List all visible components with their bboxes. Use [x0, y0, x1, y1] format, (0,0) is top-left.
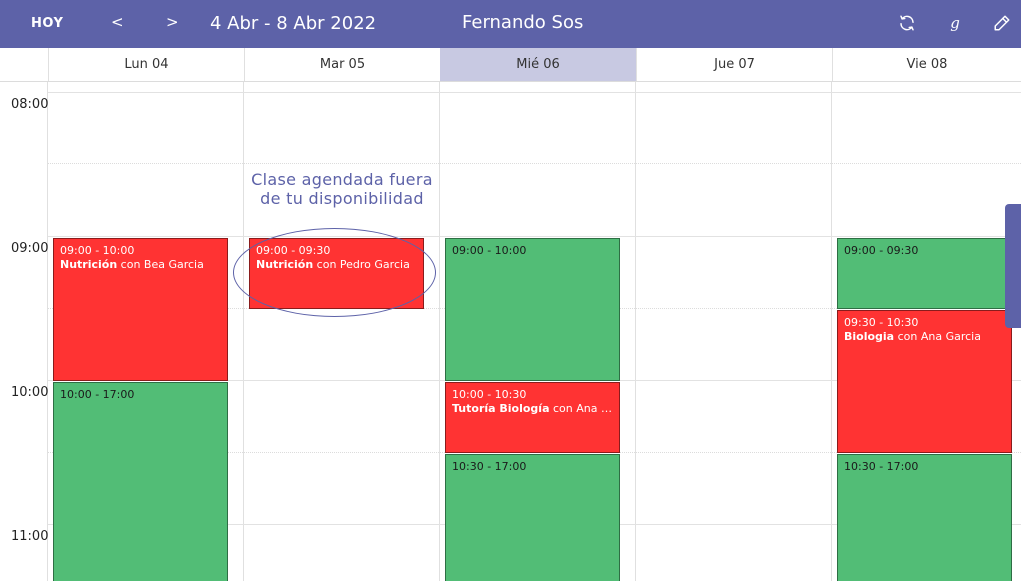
event-time: 09:00 - 09:30 — [844, 244, 919, 257]
event-mar-nutricion[interactable]: 09:00 - 09:30 Nutrición con Pedro Garcia — [249, 238, 424, 309]
note-line-2: de tu disponibilidad — [260, 189, 424, 208]
event-title: Nutrición con Pedro Garcia — [256, 258, 410, 271]
hour-line — [48, 92, 1021, 93]
event-mie-available-2[interactable]: 10:30 - 17:00 — [445, 454, 620, 581]
day-header-fri[interactable]: Vie 08 — [832, 48, 1021, 81]
event-time: 09:00 - 10:00 — [452, 244, 527, 257]
time-label-0800: 08:00 — [11, 97, 49, 112]
time-label-0900: 09:00 — [11, 241, 49, 256]
next-week-button[interactable]: > — [166, 13, 179, 31]
column-divider — [47, 82, 48, 581]
half-hour-line — [48, 163, 1021, 164]
event-time: 09:00 - 10:00 — [60, 244, 135, 257]
out-of-availability-note: Clase agendada fuera de tu disponibilida… — [250, 170, 434, 208]
calendar-toolbar: HOY < > 4 Abr - 8 Abr 2022 Fernando Sos … — [0, 0, 1021, 48]
today-button[interactable]: HOY — [31, 16, 63, 31]
refresh-icon[interactable] — [897, 13, 917, 33]
column-divider — [243, 82, 244, 581]
pencil-icon[interactable] — [992, 13, 1012, 33]
time-label-1100: 11:00 — [11, 529, 49, 544]
event-lun-available[interactable]: 10:00 - 17:00 — [53, 382, 228, 581]
google-icon[interactable]: g — [945, 13, 965, 33]
event-vie-biologia[interactable]: 09:30 - 10:30 Biologia con Ana Garcia — [837, 310, 1012, 453]
user-name: Fernando Sos — [462, 12, 584, 33]
day-header-thu[interactable]: Jue 07 — [636, 48, 832, 81]
event-time: 10:00 - 10:30 — [452, 388, 527, 401]
event-title: Biologia con Ana Garcia — [844, 330, 981, 343]
event-time: 09:00 - 09:30 — [256, 244, 331, 257]
event-lun-nutricion[interactable]: 09:00 - 10:00 Nutrición con Bea Garcia — [53, 238, 228, 381]
prev-week-button[interactable]: < — [111, 13, 124, 31]
hour-line — [48, 236, 1021, 237]
date-range-title: 4 Abr - 8 Abr 2022 — [210, 13, 377, 34]
event-title: Tutoría Biología con Ana Gar... — [452, 402, 613, 415]
time-label-1000: 10:00 — [11, 385, 49, 400]
column-divider — [635, 82, 636, 581]
note-line-1: Clase agendada fuera — [251, 170, 433, 189]
event-vie-available-2[interactable]: 10:30 - 17:00 — [837, 454, 1012, 581]
event-time: 09:30 - 10:30 — [844, 316, 919, 329]
day-header-row: Lun 04 Mar 05 Mié 06 Jue 07 Vie 08 — [0, 48, 1021, 82]
day-header-wed[interactable]: Mié 06 — [440, 48, 636, 81]
event-vie-available[interactable]: 09:00 - 09:30 — [837, 238, 1012, 309]
column-divider — [831, 82, 832, 581]
column-divider — [439, 82, 440, 581]
event-time: 10:00 - 17:00 — [60, 388, 135, 401]
day-header-mon[interactable]: Lun 04 — [48, 48, 244, 81]
event-time: 10:30 - 17:00 — [844, 460, 919, 473]
side-panel-tab[interactable] — [1005, 204, 1021, 328]
event-mie-tutoria[interactable]: 10:00 - 10:30 Tutoría Biología con Ana G… — [445, 382, 620, 453]
day-header-tue[interactable]: Mar 05 — [244, 48, 440, 81]
event-time: 10:30 - 17:00 — [452, 460, 527, 473]
event-mie-available[interactable]: 09:00 - 10:00 — [445, 238, 620, 381]
event-title: Nutrición con Bea Garcia — [60, 258, 204, 271]
